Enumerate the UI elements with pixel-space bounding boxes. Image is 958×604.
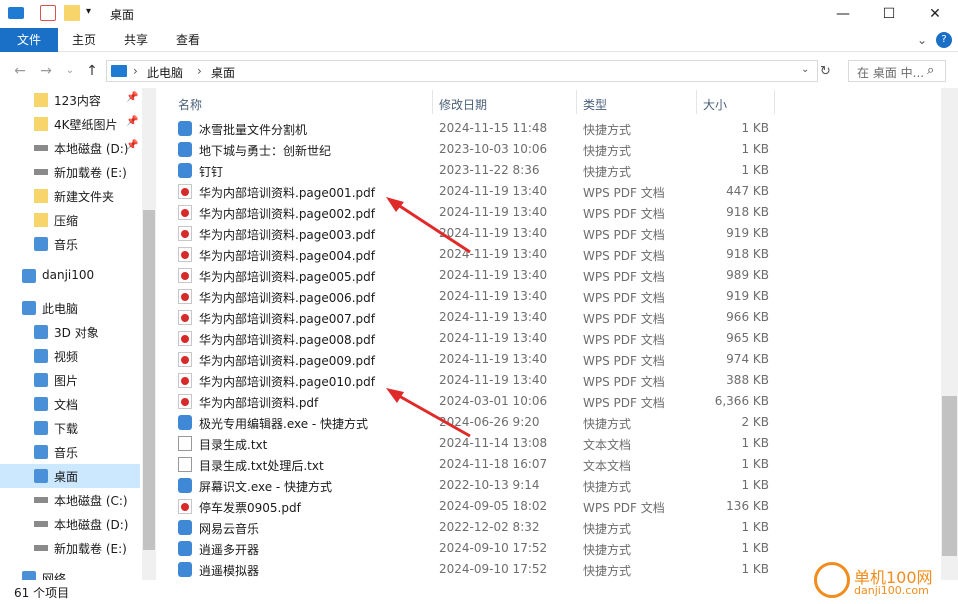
watermark-url: danji100.com xyxy=(854,584,929,597)
watermark-icon xyxy=(814,562,850,598)
annotation-overlay xyxy=(386,197,471,438)
item-count: 61 个项目 xyxy=(14,586,70,600)
watermark-logo: 单机100网 danji100.com xyxy=(806,560,956,604)
file-list-scrollbar-thumb[interactable] xyxy=(942,396,957,556)
annotation-arrow xyxy=(386,197,471,254)
annotation-arrow xyxy=(386,388,471,438)
